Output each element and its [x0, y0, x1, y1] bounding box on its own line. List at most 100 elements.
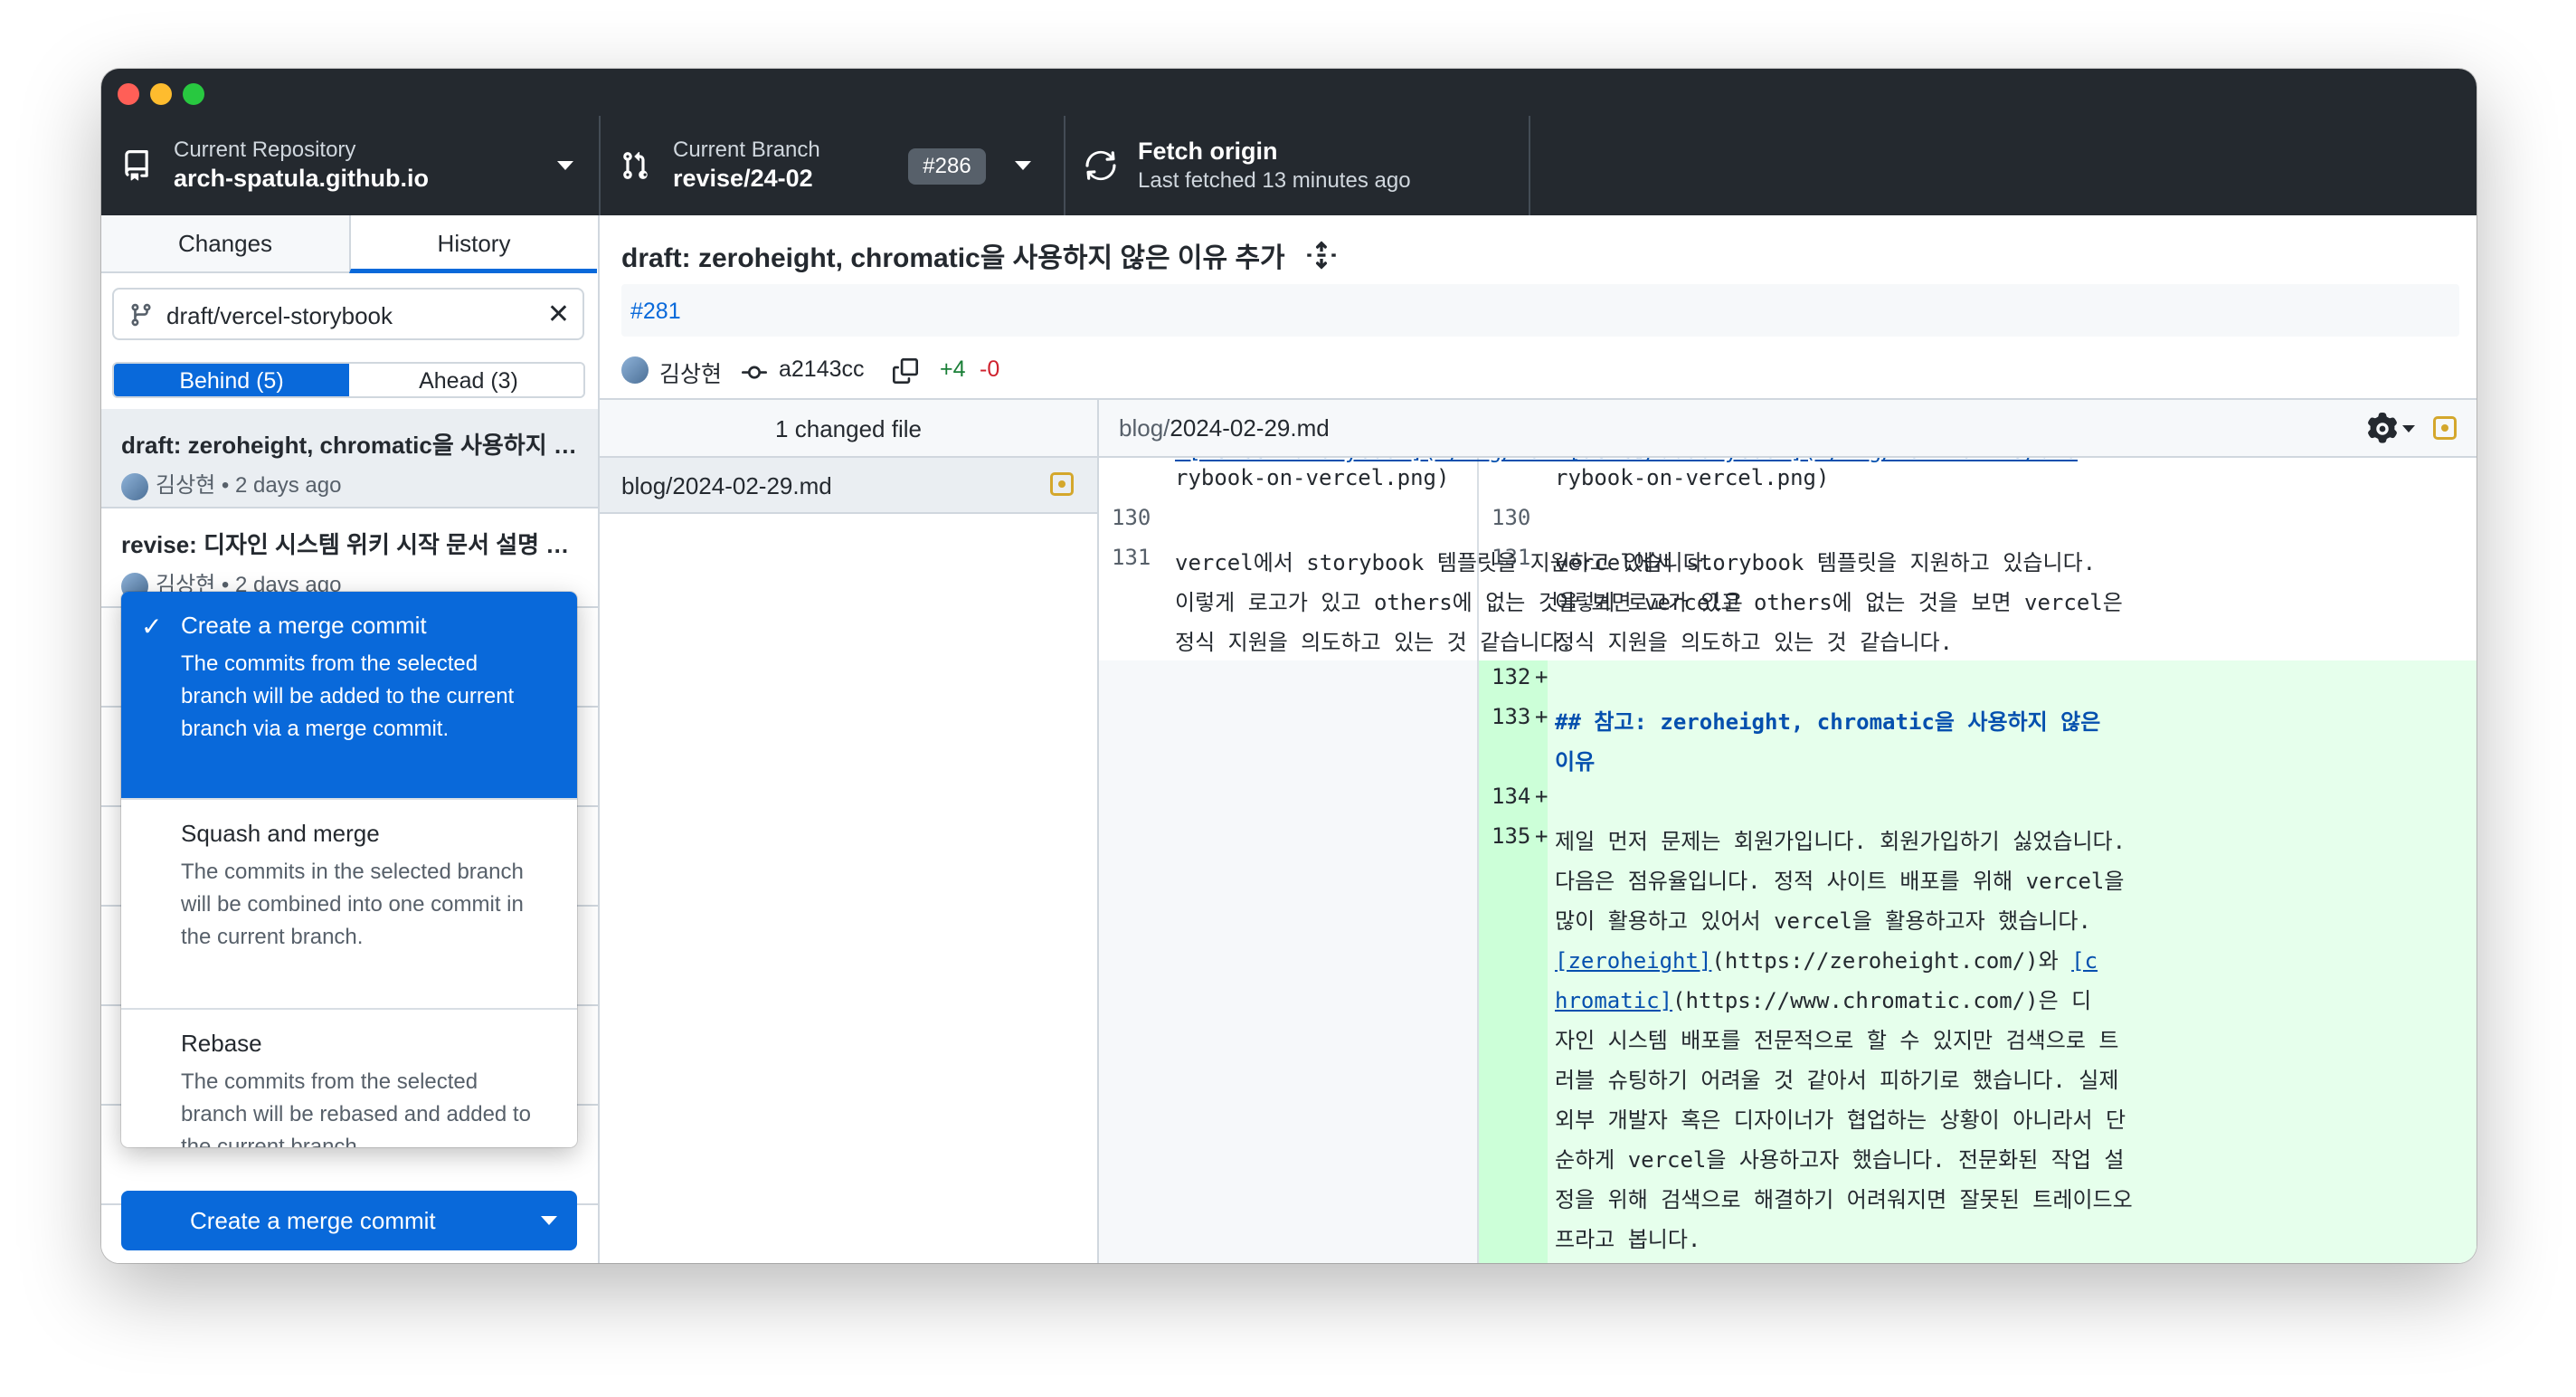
clear-icon[interactable]: ✕ — [547, 299, 570, 330]
diff-line-added: [zeroheight](https://zeroheight.com/)와 [… — [1555, 943, 2098, 974]
diff-line-new: vercel에서 storybook 템플릿을 지원하고 있습니다. — [1555, 550, 2097, 575]
diff-line-old: rybook-on-vercel.png) — [1175, 465, 1450, 490]
repo-label: Current Repository — [174, 138, 356, 162]
changed-files-header: 1 changed file — [600, 400, 1097, 458]
fetch-origin-button[interactable]: Fetch origin Last fetched 13 minutes ago — [1065, 116, 1530, 215]
ahead-option[interactable]: Ahead (3) — [351, 364, 583, 396]
zoom-window-button[interactable] — [183, 83, 204, 105]
new-line-number: 135 — [1492, 823, 1531, 849]
chevron-down-icon — [1015, 161, 1031, 170]
diff-line-added: 많이 활용하고 있어서 vercel을 활용하고자 했습니다. — [1555, 903, 2091, 935]
diff-header: blog/2024-02-29.md — [1099, 400, 2477, 458]
diff-file-dir: blog/ — [1119, 414, 1170, 442]
diff-line-new: rybook-on-vercel.png) — [1555, 465, 1830, 490]
current-repository-button[interactable]: Current Repository arch-spatula.github.i… — [101, 116, 601, 215]
old-line-number: 131 — [1112, 545, 1151, 570]
checkmark-icon: ✓ — [141, 613, 163, 641]
commit-meta: 김상현 • 2 days ago — [121, 467, 341, 500]
create-merge-commit-button[interactable]: Create a merge commit — [121, 1191, 577, 1250]
merge-strategy-menu: ✓ Create a merge commit The commits from… — [121, 592, 577, 1147]
diff-text: 많이 활용하고 있어서 vercel을 활용하고자 했습니다. — [1555, 908, 2091, 934]
new-line-number: 133 — [1492, 704, 1531, 729]
sync-icon — [1085, 150, 1116, 181]
commit-list-item[interactable]: draft: zeroheight, chromatic을 사용하지 않은 이유… — [101, 409, 598, 508]
merge-option-description: The commits from the selected branch wil… — [181, 651, 515, 741]
minimize-window-button[interactable] — [150, 83, 172, 105]
diff-plus-marker: + — [1535, 664, 1548, 689]
issue-link[interactable]: #281 — [630, 299, 681, 325]
compare-branch-input[interactable]: draft/vercel-storybook ✕ — [112, 288, 584, 340]
commit-description: #281 — [621, 284, 2459, 337]
tab-changes[interactable]: Changes — [101, 215, 349, 273]
avatar — [121, 472, 148, 500]
markdown-link: [c — [2071, 948, 2098, 974]
copy-icon[interactable] — [893, 358, 918, 384]
diff-line-added: 프라고 봅니다. — [1555, 1221, 1700, 1253]
markdown-heading: 이유 — [1555, 749, 1596, 775]
commit-icon — [742, 366, 767, 379]
commit-author: 김상현 — [156, 473, 216, 498]
diff-text: 다음은 점유율입니다. 정적 사이트 배포를 위해 vercel을 — [1555, 869, 2125, 894]
commit-detail-pane: draft: zeroheight, chromatic을 사용하지 않은 이유… — [600, 215, 2477, 1263]
pull-request-badge[interactable]: #286 — [908, 148, 986, 185]
branch-label: Current Branch — [673, 138, 820, 162]
git-branch-icon — [131, 303, 151, 327]
fetch-subtitle: Last fetched 13 minutes ago — [1138, 168, 1411, 193]
diff-line-added: 자인 시스템 배포를 전문적으로 할 수 있지만 검색으로 트 — [1555, 1022, 2118, 1054]
commit-title: revise: 디자인 시스템 위키 시작 문서 설명 보강 — [121, 531, 582, 558]
toolbar: Current Repository arch-spatula.github.i… — [101, 116, 2477, 215]
merge-option-title: Rebase — [181, 1030, 262, 1057]
diff-line-added: hromatic](https://www.chromatic.com/)은 디 — [1555, 983, 2091, 1014]
diff-plus-marker: + — [1535, 784, 1548, 809]
diff-text: (https://www.chromatic.com/)은 디 — [1672, 988, 2092, 1013]
unfold-icon[interactable] — [1305, 239, 1338, 271]
diff-plus-marker: + — [1535, 704, 1548, 729]
chevron-down-icon — [557, 161, 573, 170]
diff-body: ![vercel+storybook](./img/2024-02-29/sto… — [1099, 458, 2477, 1263]
diff-line-added: 이유 — [1555, 744, 1595, 775]
diff-line-old: 정식 지원을 의도하고 있는 것 같습니다. — [1175, 630, 1573, 655]
file-list-item[interactable]: blog/2024-02-29.md — [600, 458, 1097, 514]
markdown-link: hromatic] — [1555, 988, 1673, 1013]
commit-author: 김상현 — [659, 362, 723, 387]
current-branch-button[interactable]: Current Branch revise/24-02 #286 — [601, 116, 1065, 215]
diff-line-added: 정을 위해 검색으로 해결하기 어려워지면 잘못된 트레이드오 — [1555, 1182, 2133, 1213]
repo-name: arch-spatula.github.io — [174, 165, 430, 192]
diff-file-path: blog/2024-02-29.md — [1119, 414, 1330, 442]
diff-text: 러블 슈팅하기 어려울 것 같아서 피하기로 했습니다. 실제 — [1555, 1068, 2119, 1093]
gear-icon[interactable] — [2366, 413, 2399, 445]
diff-view: blog/2024-02-29.md ![vercel+storybook](.… — [1099, 398, 2477, 1263]
diff-line-added: 러블 슈팅하기 어려울 것 같아서 피하기로 했습니다. 실제 — [1555, 1062, 2118, 1094]
merge-option-squash[interactable]: Squash and merge The commits in the sele… — [121, 800, 577, 1010]
diff-line-added: 제일 먼저 문제는 회원가입니다. 회원가입하기 싫었습니다. — [1555, 823, 2126, 855]
new-line-number: 130 — [1492, 505, 1531, 530]
merge-option-description: The commits in the selected branch will … — [181, 860, 524, 949]
behind-option[interactable]: Behind (5) — [114, 364, 349, 396]
diff-text: 순하게 vercel을 사용하고자 했습니다. 전문화된 작업 설 — [1555, 1147, 2125, 1173]
diff-line-added: 순하게 vercel을 사용하고자 했습니다. 전문화된 작업 설 — [1555, 1142, 2124, 1174]
diff-text: 제일 먼저 문제는 회원가입니다. 회원가입하기 싫었습니다. — [1555, 829, 2126, 854]
avatar — [621, 356, 649, 384]
diff-text: 프라고 봅니다. — [1555, 1227, 1701, 1252]
chevron-down-icon[interactable] — [541, 1216, 557, 1225]
diff-line-added: ## 참고: zeroheight, chromatic을 사용하지 않은 — [1555, 704, 2100, 736]
markdown-link: [zeroheight] — [1555, 948, 1712, 974]
file-name: blog/2024-02-29.md — [621, 472, 832, 499]
diff-text: 자인 시스템 배포를 전문적으로 할 수 있지만 검색으로 트 — [1555, 1028, 2119, 1053]
merge-option-create-merge-commit[interactable]: ✓ Create a merge commit The commits from… — [121, 592, 577, 800]
tab-history[interactable]: History — [349, 215, 597, 273]
diff-empty-side — [1099, 660, 1477, 1263]
diff-line-new: 정식 지원을 의도하고 있는 것 같습니다. — [1555, 630, 1953, 655]
chevron-down-icon[interactable] — [2402, 425, 2415, 432]
diff-text: 외부 개발자 혹은 디자이너가 협업하는 상황이 아니라서 단 — [1555, 1107, 2126, 1133]
merge-option-rebase[interactable]: Rebase The commits from the selected bra… — [121, 1010, 577, 1147]
diff-added-gutter — [1479, 660, 1548, 1263]
pull-request-icon — [623, 151, 648, 179]
merge-option-title: Squash and merge — [181, 820, 380, 847]
close-window-button[interactable] — [118, 83, 139, 105]
file-modified-icon — [2433, 416, 2457, 440]
old-line-number: 130 — [1112, 505, 1151, 530]
commit-time: 2 days ago — [235, 473, 342, 498]
merge-button-label: Create a merge commit — [190, 1207, 436, 1234]
repo-icon — [125, 150, 148, 181]
